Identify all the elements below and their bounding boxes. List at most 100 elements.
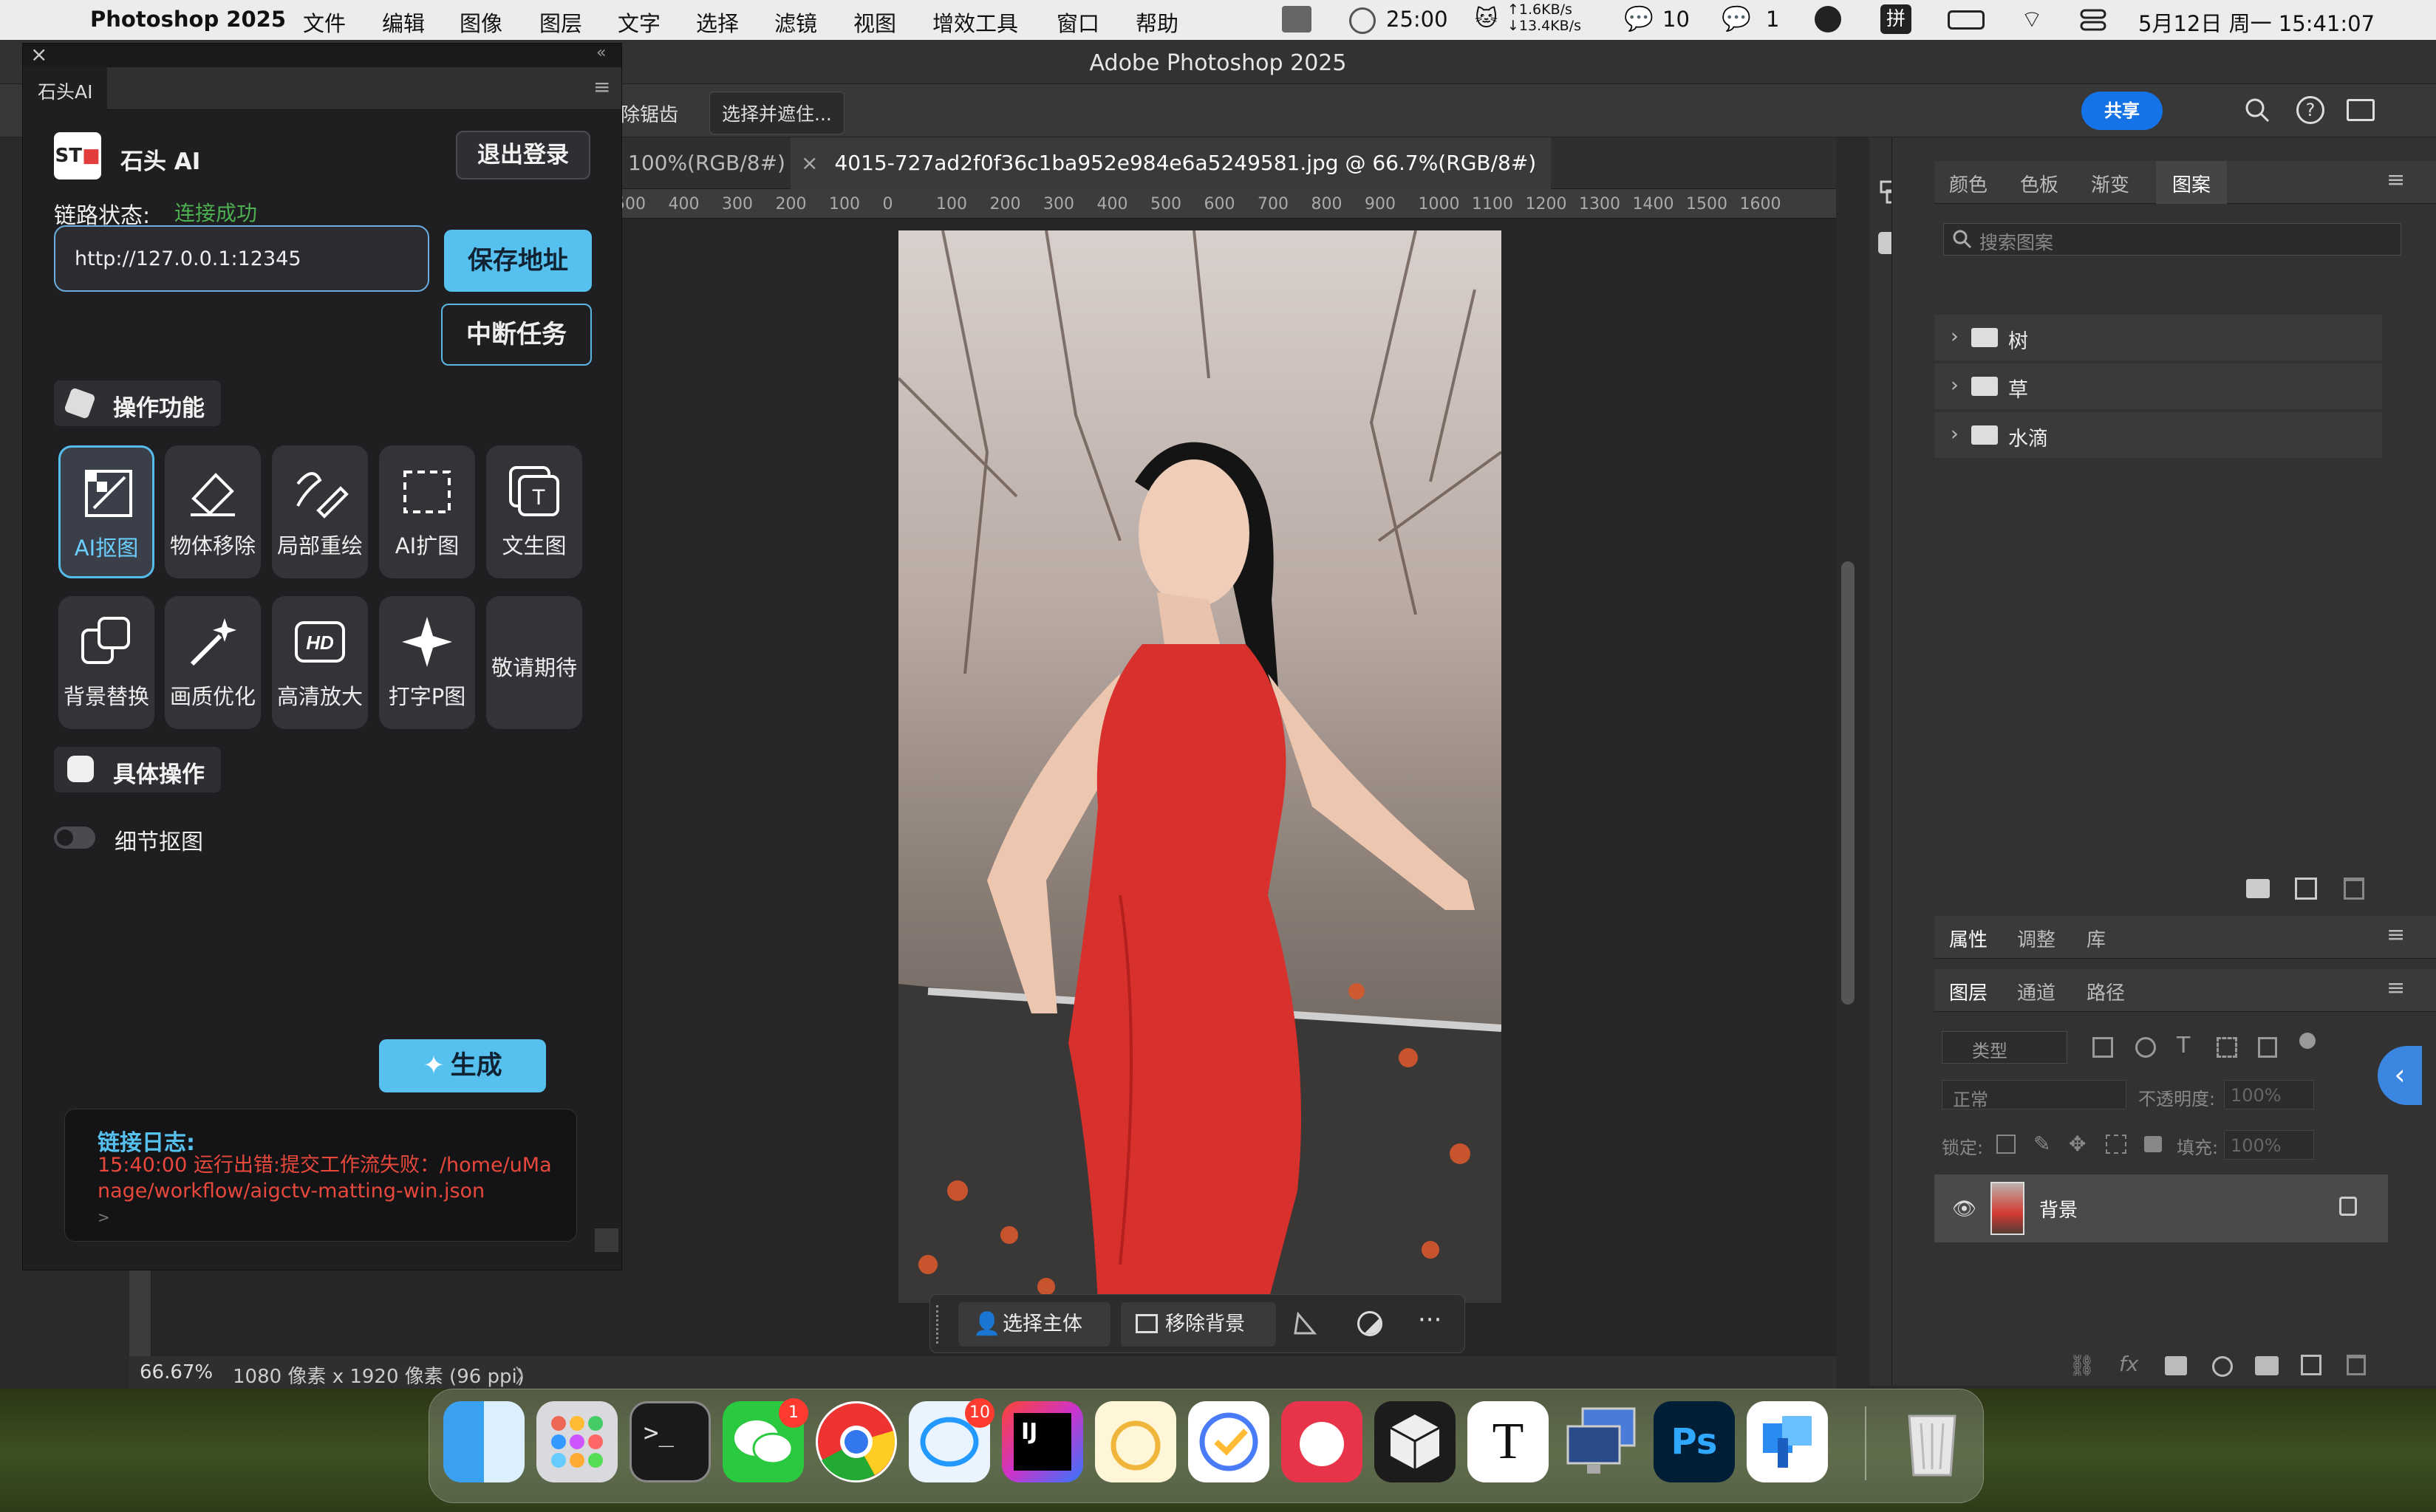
photoshop-icon[interactable]: Ps — [1654, 1401, 1735, 1482]
resize-handle[interactable] — [595, 1228, 618, 1252]
lock-transparent-icon[interactable] — [1996, 1135, 2016, 1154]
control-center-icon[interactable] — [2080, 7, 2106, 33]
menu-app-name[interactable]: Photoshop 2025 — [90, 7, 286, 32]
detail-matting-toggle[interactable] — [54, 827, 95, 849]
filter-pixel-icon[interactable] — [2092, 1037, 2113, 1058]
panel-menu-icon[interactable]: ≡ — [2386, 922, 2405, 948]
menu-layer[interactable]: 图层 — [539, 7, 582, 38]
more-icon[interactable]: ··· — [1418, 1305, 1442, 1335]
close-tab-icon[interactable]: × — [801, 151, 818, 175]
tab-color[interactable]: 颜色 — [1949, 170, 1988, 197]
generate-button[interactable]: ✦ 生成 — [379, 1039, 546, 1092]
new-group-icon[interactable] — [2246, 879, 2270, 898]
log-box[interactable]: 链接日志: 15:40:00 运行出错:提交工作流失败：/home/uManag… — [64, 1109, 577, 1242]
lock-brush-icon[interactable]: ✎ — [2033, 1132, 2050, 1156]
link-layers-icon[interactable]: ⛓ — [2069, 1353, 2095, 1378]
panel-menu-icon[interactable]: ≡ — [2386, 975, 2405, 1001]
cat-icon[interactable]: 🐱 — [1475, 6, 1498, 32]
tab-properties[interactable]: 属性 — [1949, 925, 1988, 952]
select-mask-button[interactable]: 选择并遮住... — [709, 92, 845, 134]
ticktick-icon[interactable] — [1188, 1401, 1269, 1482]
workspace-icon[interactable] — [2347, 99, 2375, 121]
interrupt-task-button[interactable]: 中断任务 — [441, 304, 592, 366]
tab-gradients[interactable]: 渐变 — [2091, 170, 2129, 197]
tab-document-2[interactable]: × 4015-727ad2f0f36c1ba952e984e6a5249581.j… — [791, 137, 1552, 189]
lock-artboard-icon[interactable] — [2106, 1135, 2126, 1154]
menu-filter[interactable]: 滤镜 — [774, 7, 817, 38]
tool-ai-matting[interactable]: AI抠图 — [58, 445, 154, 578]
chat-icon[interactable]: 💬 — [1624, 4, 1654, 33]
filter-adjustment-icon[interactable] — [2135, 1037, 2156, 1058]
panel-menu-icon[interactable]: ≡ — [593, 75, 610, 99]
trash-icon[interactable] — [1891, 1401, 1973, 1482]
helmet-icon[interactable] — [1815, 6, 1841, 33]
tab-swatches[interactable]: 色板 — [2020, 170, 2058, 197]
edit-path-icon[interactable] — [1292, 1311, 1317, 1336]
finder-icon[interactable] — [443, 1401, 525, 1482]
new-layer-icon[interactable] — [2301, 1355, 2321, 1375]
chrome-icon[interactable] — [816, 1401, 897, 1482]
antialias-label[interactable]: 除锯齿 — [621, 100, 678, 127]
tool-hd-upscale[interactable]: HD 高清放大 — [272, 596, 368, 729]
address-input[interactable]: http://127.0.0.1:12345 — [54, 225, 429, 292]
lock-move-icon[interactable]: ✥ — [2069, 1132, 2086, 1156]
cube-app-icon[interactable] — [1374, 1401, 1456, 1482]
lock-all-icon[interactable] — [2144, 1136, 2162, 1152]
vertical-scrollbar[interactable] — [1841, 561, 1855, 1005]
intellij-icon[interactable]: IJ — [1002, 1401, 1083, 1482]
zoom-level[interactable]: 66.67% — [140, 1361, 213, 1383]
help-icon[interactable]: ? — [2296, 96, 2324, 124]
eye-icon[interactable]: 👁 — [1952, 1198, 1976, 1220]
net-speed[interactable]: ↑1.6KB/s ↓13.4KB/s — [1507, 1, 1581, 34]
pattern-search-input[interactable]: 搜索图案 — [1943, 223, 2401, 256]
menu-view[interactable]: 视图 — [853, 7, 896, 38]
tab-document-1[interactable]: 100%(RGB/8#) — [628, 137, 785, 189]
delete-layer-icon[interactable] — [2347, 1355, 2366, 1375]
trash-icon[interactable] — [2344, 878, 2364, 900]
close-icon[interactable]: × — [30, 42, 47, 66]
collapse-icon[interactable]: « — [596, 44, 606, 62]
layer-filter-select[interactable]: 类型 — [1942, 1031, 2067, 1064]
menu-select[interactable]: 选择 — [696, 7, 739, 38]
battery-icon[interactable] — [1948, 10, 1985, 30]
display-icon[interactable] — [1282, 6, 1311, 33]
fill-input[interactable]: 100% — [2224, 1130, 2314, 1160]
filter-shape-icon[interactable] — [2217, 1037, 2237, 1058]
layer-row-background[interactable]: 👁 背景 — [1934, 1174, 2388, 1242]
pattern-group-tree[interactable]: › 树 — [1934, 315, 2382, 360]
mask-icon[interactable] — [2165, 1356, 2187, 1375]
lock-icon[interactable] — [2339, 1197, 2357, 1216]
wifi-icon[interactable]: ⌔ — [2021, 4, 2043, 34]
menu-edit[interactable]: 编辑 — [382, 7, 425, 38]
tool-object-removal[interactable]: 物体移除 — [165, 445, 261, 578]
new-pattern-icon[interactable] — [2295, 878, 2317, 900]
tab-patterns[interactable]: 图案 — [2156, 161, 2228, 204]
bear-icon[interactable] — [1281, 1401, 1362, 1482]
opacity-input[interactable]: 100% — [2224, 1080, 2314, 1109]
timer-text[interactable]: 25:00 — [1386, 7, 1448, 32]
logout-button[interactable]: 退出登录 — [456, 131, 590, 179]
search-icon[interactable] — [2243, 96, 2271, 124]
tab-layers[interactable]: 图层 — [1949, 978, 1988, 1005]
select-subject-button[interactable]: 👤 选择主体 — [958, 1302, 1110, 1347]
launchpad-icon[interactable] — [536, 1401, 618, 1482]
timer-icon[interactable] — [1349, 7, 1376, 34]
status-expand-icon[interactable]: 〉 — [515, 1361, 534, 1389]
layer-name[interactable]: 背景 — [2039, 1195, 2078, 1222]
tool-type-edit[interactable]: 打字P图 — [379, 596, 475, 729]
panel-menu-icon[interactable]: ≡ — [2386, 167, 2405, 193]
tool-ai-expand[interactable]: AI扩图 — [379, 445, 475, 578]
plugin-tab-title[interactable]: 石头AI — [23, 67, 108, 110]
typora-icon[interactable]: T — [1467, 1401, 1549, 1482]
share-button[interactable]: 共享 — [2081, 92, 2163, 130]
menu-window[interactable]: 窗口 — [1057, 7, 1099, 38]
pattern-group-grass[interactable]: › 草 — [1934, 363, 2382, 409]
clock[interactable]: 5月12日 周一 15:41:07 — [2138, 7, 2375, 38]
filter-type-icon[interactable]: T — [2177, 1033, 2190, 1058]
pattern-group-water[interactable]: › 水滴 — [1934, 412, 2382, 458]
tool-local-redraw[interactable]: 局部重绘 — [272, 445, 368, 578]
drag-handle[interactable] — [936, 1305, 942, 1344]
filter-smart-object-icon[interactable] — [2258, 1037, 2277, 1058]
tool-background-replace[interactable]: 背景替换 — [58, 596, 154, 729]
tab-channels[interactable]: 通道 — [2017, 978, 2055, 1005]
